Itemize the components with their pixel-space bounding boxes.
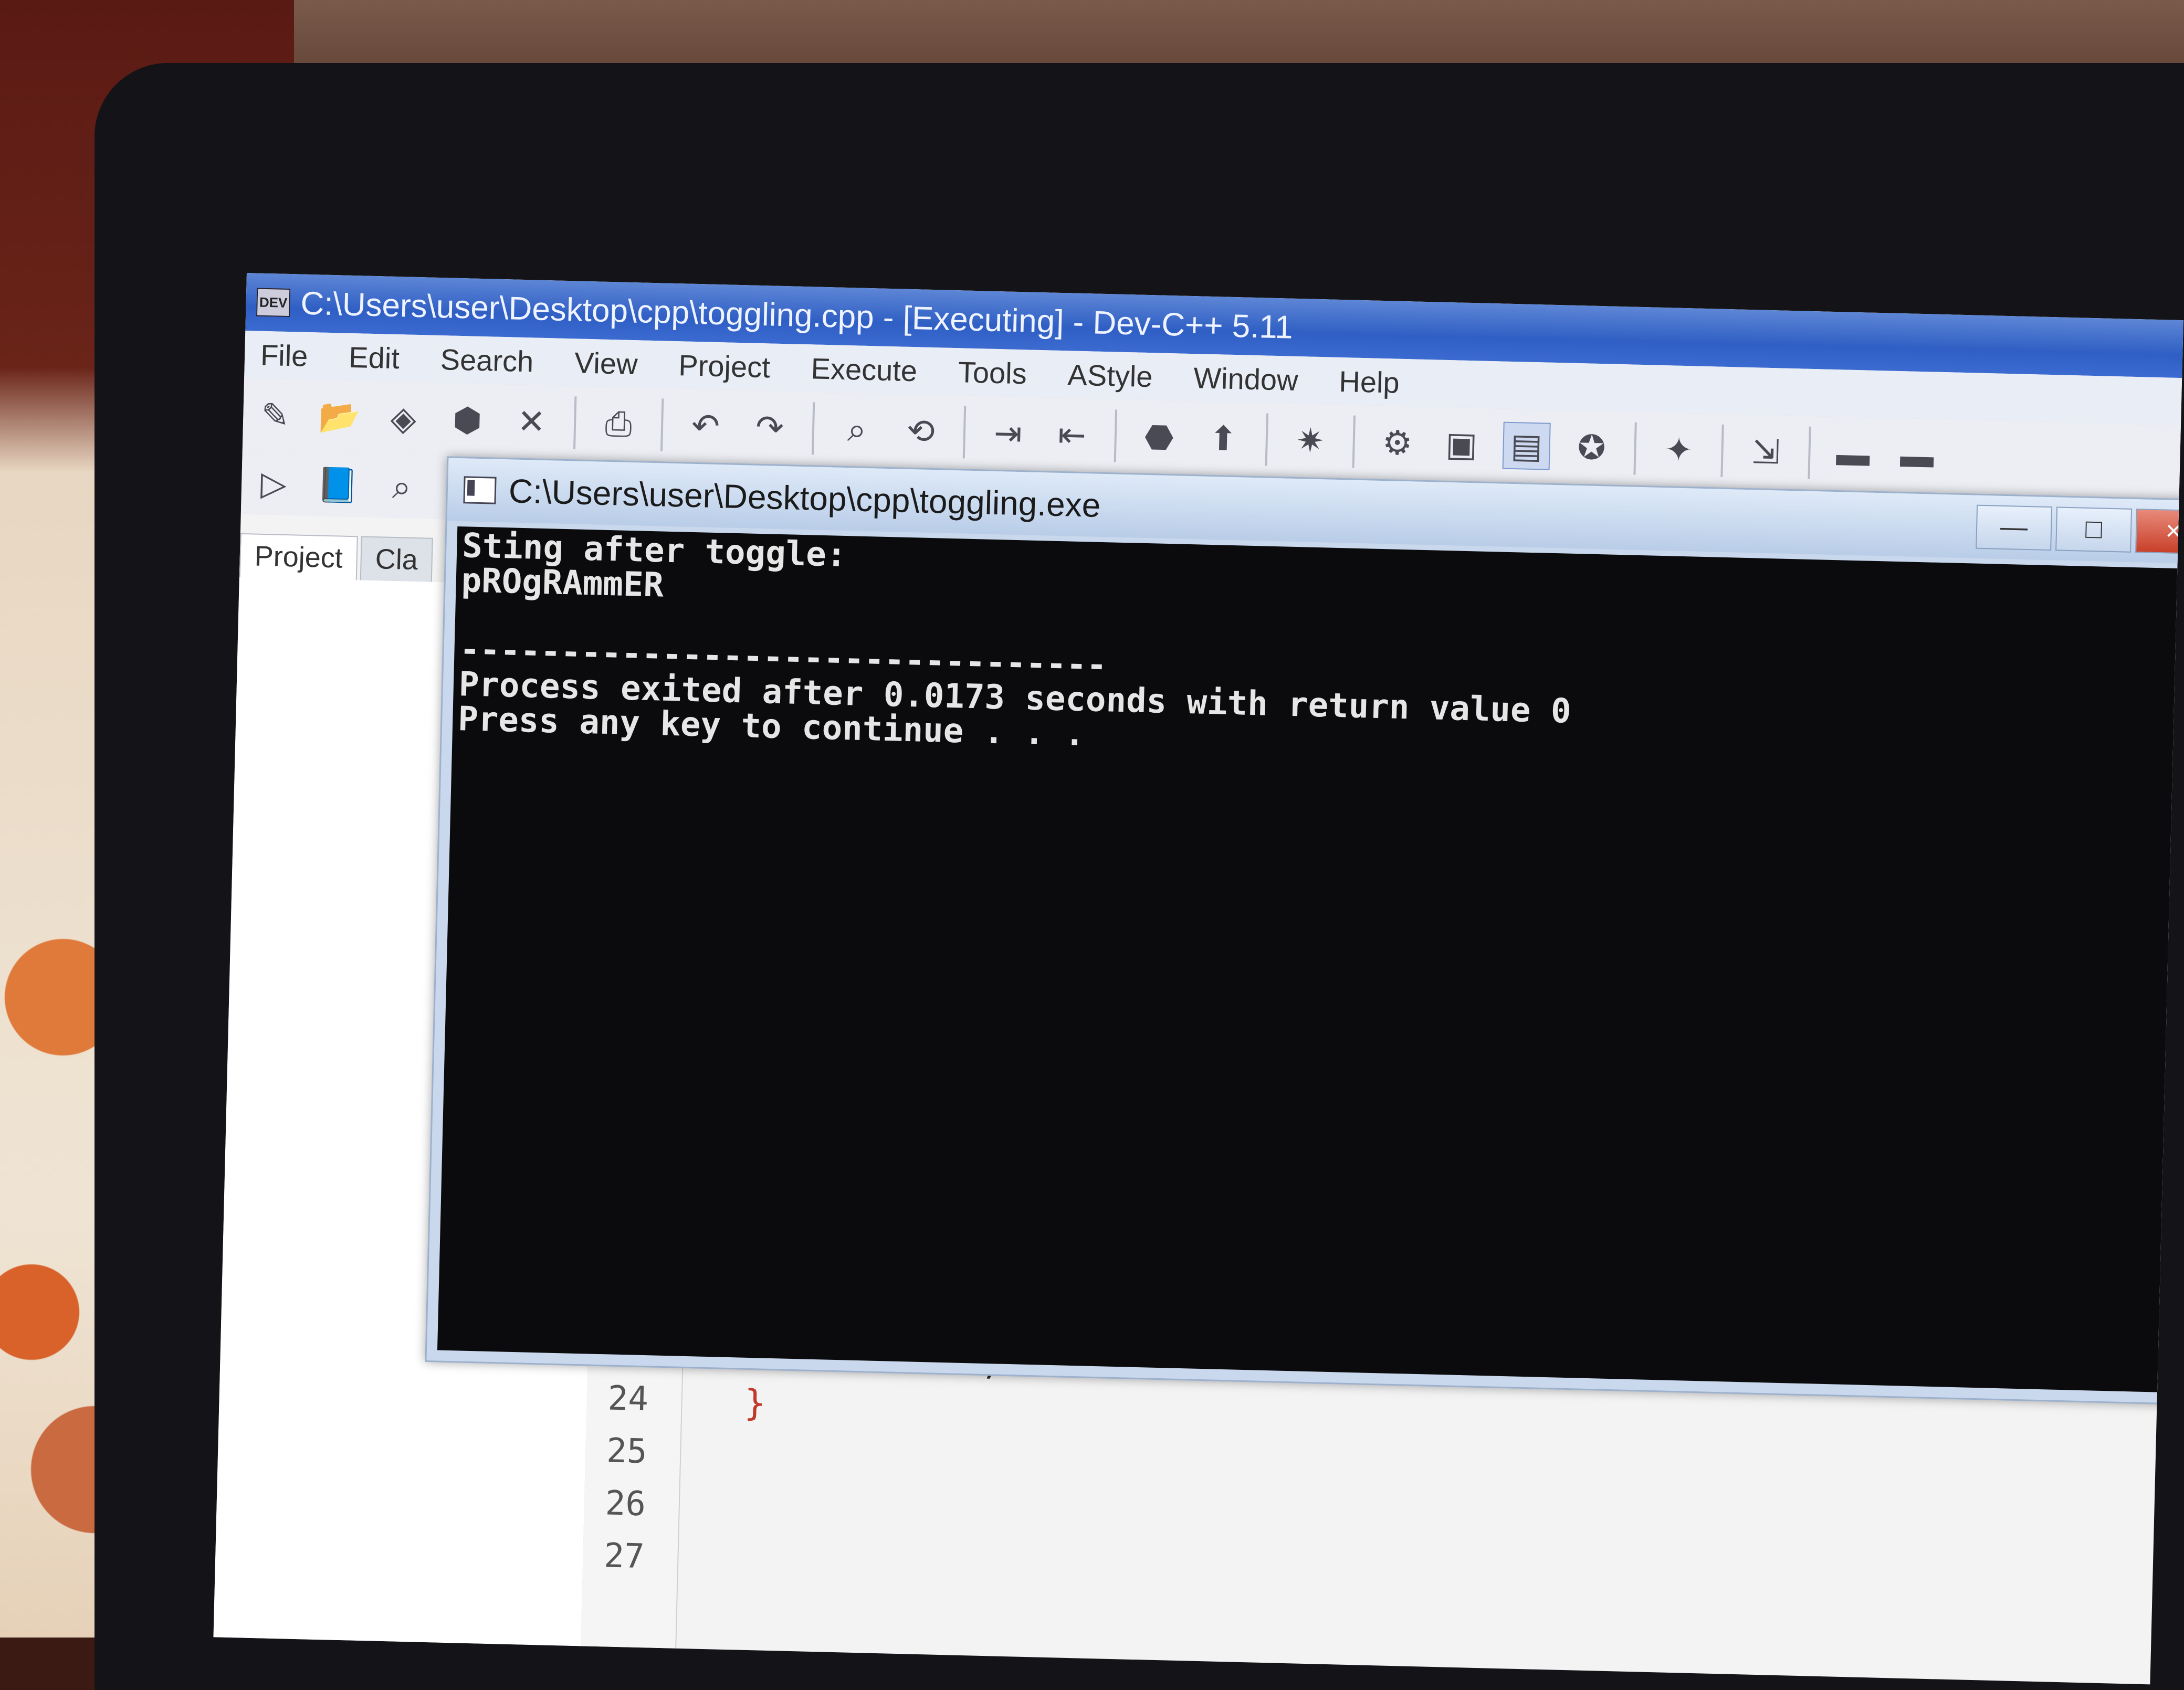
- minimize-button[interactable]: —: [1976, 504, 2053, 551]
- menu-execute[interactable]: Execute: [811, 351, 918, 388]
- menu-edit[interactable]: Edit: [349, 340, 400, 375]
- window-controls: — □ ×: [1971, 504, 2183, 555]
- play-icon[interactable]: ▷: [250, 460, 297, 506]
- console-line: pROgRAmmER: [460, 561, 664, 605]
- line-number: 26: [605, 1484, 646, 1524]
- toolbar-separator: [1265, 413, 1269, 466]
- menu-window[interactable]: Window: [1193, 361, 1299, 397]
- toolbar-separator: [1114, 409, 1118, 462]
- profile-icon[interactable]: ▣: [1438, 421, 1485, 468]
- menu-search[interactable]: Search: [440, 342, 534, 378]
- menu-tools[interactable]: Tools: [958, 355, 1027, 390]
- save-icon[interactable]: ◈: [380, 395, 426, 441]
- tab-classes[interactable]: Cla: [360, 536, 433, 582]
- save-all-icon[interactable]: ⬢: [444, 397, 490, 443]
- compile-run-icon[interactable]: ✷: [1287, 418, 1334, 464]
- console-output[interactable]: Sting after toggle: pROgRAmmER ---------…: [437, 526, 2183, 1393]
- search-icon[interactable]: ⌕: [379, 463, 425, 510]
- toolbar-separator: [660, 398, 664, 451]
- toolbar-separator: [1720, 424, 1724, 477]
- indent-icon[interactable]: ⇥: [985, 410, 1031, 456]
- console-icon: [463, 476, 497, 504]
- check-syntax-icon[interactable]: ▤: [1502, 421, 1551, 470]
- line-number: 25: [606, 1431, 648, 1472]
- toolbar-separator: [1808, 426, 1811, 479]
- find-icon[interactable]: ⌕: [834, 406, 880, 452]
- menu-view[interactable]: View: [574, 345, 638, 381]
- menu-project[interactable]: Project: [678, 348, 771, 384]
- line-number: 27: [603, 1536, 645, 1577]
- toolbar-separator: [962, 406, 967, 459]
- book-icon[interactable]: 📘: [314, 462, 361, 508]
- menu-file[interactable]: File: [260, 337, 308, 373]
- open-icon[interactable]: 📂: [316, 394, 362, 440]
- run-icon[interactable]: ⬆: [1200, 415, 1246, 461]
- stop-icon[interactable]: ✪: [1569, 425, 1615, 471]
- compile-icon[interactable]: ⬣: [1136, 414, 1182, 460]
- replace-icon[interactable]: ⟲: [898, 408, 944, 454]
- undo-icon[interactable]: ↶: [682, 403, 729, 449]
- debug-icon[interactable]: ⚙: [1374, 420, 1421, 466]
- close-button[interactable]: ×: [2135, 509, 2183, 555]
- toolbar-separator: [1352, 415, 1356, 468]
- toolbar-separator: [573, 396, 577, 449]
- laptop-screen: DEV C:\Users\user\Desktop\cpp\toggling.c…: [213, 273, 2183, 1685]
- redo-icon[interactable]: ↷: [747, 404, 793, 450]
- new-icon[interactable]: ✎: [252, 392, 298, 438]
- maximize-button[interactable]: □: [2055, 506, 2133, 553]
- window-icon[interactable]: ▬: [1830, 431, 1876, 477]
- toolbar-separator: [811, 402, 815, 455]
- unindent-icon[interactable]: ⇤: [1049, 411, 1095, 458]
- print-icon[interactable]: ⎙: [595, 400, 642, 447]
- console-window[interactable]: C:\Users\user\Desktop\cpp\toggling.exe —…: [425, 456, 2183, 1406]
- menu-astyle[interactable]: AStyle: [1067, 357, 1153, 394]
- tab-project[interactable]: Project: [239, 533, 358, 580]
- rebuild-icon[interactable]: ✦: [1656, 427, 1702, 473]
- code-line-24[interactable]: }: [744, 1382, 766, 1424]
- line-number-gutter: 23 24 25 26 27: [581, 1326, 684, 1649]
- window-icon[interactable]: ▬: [1894, 432, 1940, 479]
- menu-help[interactable]: Help: [1339, 364, 1400, 399]
- console-title: C:\Users\user\Desktop\cpp\toggling.exe: [508, 472, 1101, 524]
- devcpp-app-icon: DEV: [256, 288, 291, 318]
- side-tabs: Project Cla: [239, 520, 433, 582]
- exit-icon[interactable]: ⇲: [1742, 429, 1789, 475]
- toolbar-separator: [1633, 422, 1637, 475]
- close-icon[interactable]: ✕: [508, 398, 554, 445]
- line-number: 24: [607, 1379, 649, 1419]
